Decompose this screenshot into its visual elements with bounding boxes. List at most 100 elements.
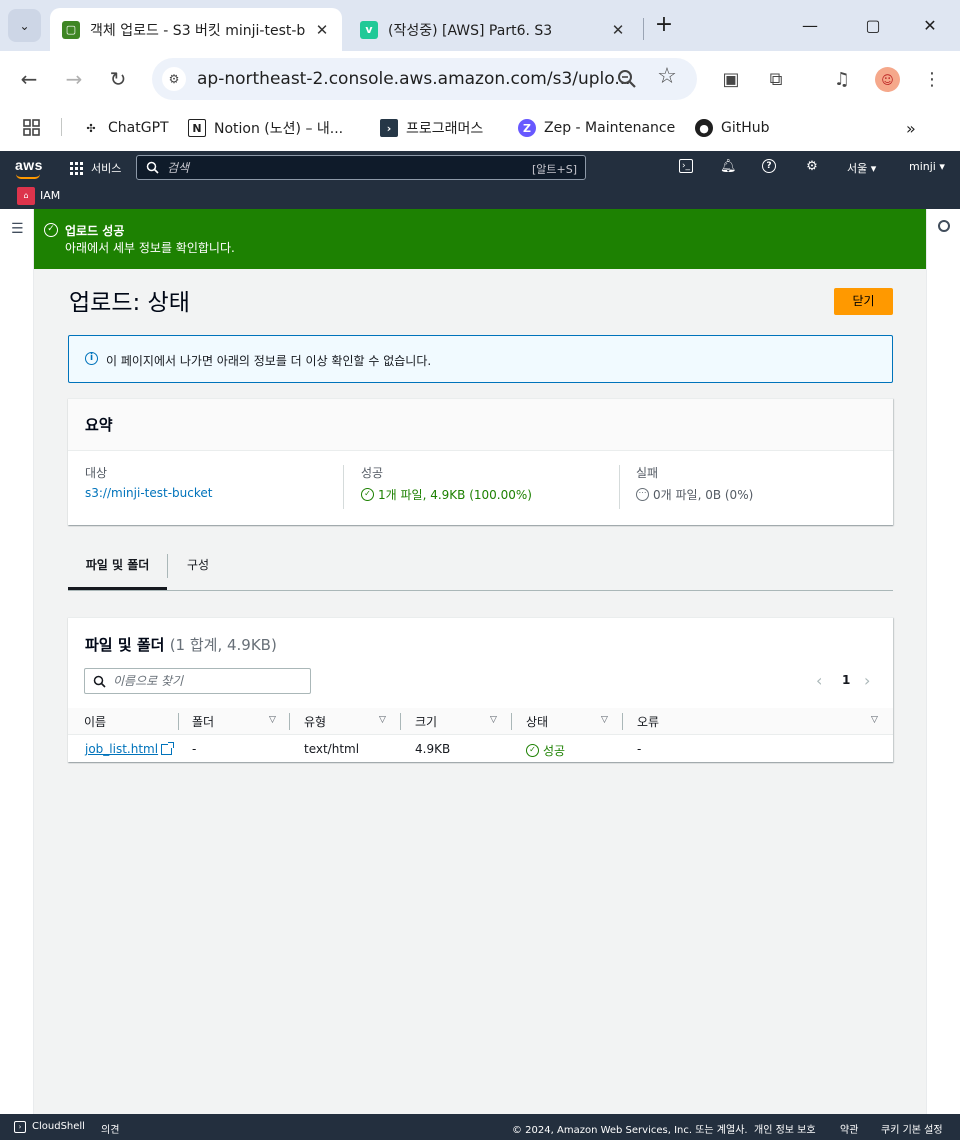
minimize-icon[interactable]: — <box>795 12 825 40</box>
cloudshell-icon[interactable]: ›_ <box>679 159 693 173</box>
file-status-text: 성공 <box>543 744 566 758</box>
column-divider[interactable] <box>511 713 512 730</box>
detail-tabs: 파일 및 폴더 구성 <box>68 543 893 591</box>
s3-favicon-icon: ▢ <box>62 20 80 39</box>
bookmark-chatgpt[interactable]: ✣ ChatGPT <box>82 117 168 139</box>
maximize-icon[interactable]: ▢ <box>858 12 888 40</box>
cookie-preferences-link[interactable]: 쿠키 기본 설정 <box>881 1121 943 1136</box>
file-search-input[interactable] <box>113 672 303 690</box>
success-value: 1개 파일, 4.9KB (100.00%) <box>378 488 532 502</box>
close-button[interactable]: 닫기 <box>834 288 893 315</box>
browser-tab-inactive[interactable]: v (작성중) [AWS] Part6. S3 ✕ <box>348 8 638 51</box>
column-divider[interactable] <box>289 713 290 730</box>
close-tab-icon[interactable]: ✕ <box>610 21 626 39</box>
zoom-icon[interactable] <box>616 68 638 90</box>
column-header-folder[interactable]: 폴더 ▽ <box>192 713 282 731</box>
extension-pin-icon[interactable]: ▣ <box>719 68 743 92</box>
summary-divider <box>343 465 344 509</box>
notifications-bell-icon[interactable]: 🔔︎ <box>720 159 737 175</box>
success-check-icon: ✓ <box>526 744 539 757</box>
column-header-size[interactable]: 크기 ▽ <box>415 713 505 731</box>
files-count: (1 합계, 4.9KB) <box>169 636 277 654</box>
address-bar[interactable]: ⚙ ap-northeast-2.console.aws.amazon.com/… <box>152 58 697 100</box>
hamburger-menu-icon[interactable]: ☰ <box>11 221 24 237</box>
services-grid-icon <box>70 161 83 175</box>
bookmark-zep[interactable]: Z Zep - Maintenance <box>518 117 675 139</box>
tab-title: 객체 업로드 - S3 버킷 minji-test-bucket <box>90 22 306 39</box>
aws-logo[interactable]: aws <box>15 157 43 173</box>
feedback-link[interactable]: 의견 <box>101 1121 119 1136</box>
column-divider[interactable] <box>400 713 401 730</box>
notion-icon: N <box>188 119 206 137</box>
aws-search-input[interactable] <box>167 159 487 177</box>
summary-failure: 실패 ⋯ 0개 파일, 0B (0%) <box>636 464 886 512</box>
privacy-link[interactable]: 개인 정보 보호 <box>754 1121 816 1136</box>
terms-link[interactable]: 약관 <box>840 1121 858 1136</box>
services-menu-button[interactable]: 서비스 <box>70 160 121 176</box>
favorite-iam-link[interactable]: IAM <box>40 189 60 202</box>
destination-link[interactable]: s3://minji-test-bucket <box>85 486 212 500</box>
destination-label: 대상 <box>85 466 108 480</box>
cloudshell-link[interactable]: CloudShell <box>32 1121 85 1132</box>
profile-avatar[interactable]: ☺ <box>875 67 900 92</box>
column-divider[interactable] <box>178 713 179 730</box>
file-search-box[interactable] <box>84 668 311 694</box>
aws-search-bar[interactable]: [알트+S] <box>136 155 586 180</box>
more-bookmarks-icon[interactable]: » <box>906 117 916 139</box>
settings-gear-icon[interactable]: ⚙ <box>804 159 820 175</box>
info-alert: i 이 페이지에서 나가면 아래의 정보를 더 이상 확인할 수 없습니다. <box>68 335 893 383</box>
help-icon[interactable]: ? <box>762 159 776 173</box>
previous-page-icon[interactable]: ‹ <box>816 672 822 690</box>
site-info-icon[interactable]: ⚙ <box>162 67 186 91</box>
bookmark-notion[interactable]: N Notion (노션) – 내... <box>188 117 343 139</box>
search-shortcut-hint: [알트+S] <box>531 163 577 176</box>
file-type: text/html <box>304 742 360 756</box>
column-header-error[interactable]: 오류 ▽ <box>637 713 887 731</box>
extensions-icon[interactable]: ⧉ <box>764 68 788 92</box>
chatgpt-icon: ✣ <box>86 121 96 135</box>
column-header-type[interactable]: 유형 ▽ <box>304 713 394 731</box>
bookmark-star-icon[interactable]: ☆ <box>655 65 679 89</box>
forward-icon[interactable]: → <box>60 65 88 93</box>
media-control-icon[interactable]: ♫ <box>830 68 854 92</box>
services-label: 서비스 <box>91 162 122 175</box>
browser-menu-icon[interactable]: ⋮ <box>920 68 944 92</box>
bookmark-programmers[interactable]: › 프로그래머스 <box>380 117 483 139</box>
column-header-status[interactable]: 상태 ▽ <box>526 713 616 731</box>
column-header-name[interactable]: 이름 <box>84 713 106 731</box>
file-size: 4.9KB <box>415 742 451 756</box>
table-header: 이름 폴더 ▽ 유형 ▽ 크기 ▽ 상태 ▽ 오류 ▽ <box>68 708 893 735</box>
back-icon[interactable]: ← <box>15 65 43 93</box>
bookmark-separator <box>61 118 62 136</box>
iam-service-icon[interactable]: ⌂ <box>17 187 35 205</box>
address-url[interactable]: ap-northeast-2.console.aws.amazon.com/s3… <box>197 69 631 89</box>
search-icon <box>146 161 159 174</box>
current-page-number[interactable]: 1 <box>842 673 850 687</box>
browser-tab-active[interactable]: ▢ 객체 업로드 - S3 버킷 minji-test-bucket ✕ <box>50 8 342 51</box>
next-page-icon[interactable]: › <box>864 672 870 690</box>
sort-caret-icon: ▽ <box>269 715 276 725</box>
bookmark-github[interactable]: ● GitHub <box>695 117 770 139</box>
search-icon <box>93 675 106 688</box>
sort-caret-icon: ▽ <box>490 715 497 725</box>
tab-configuration[interactable]: 구성 <box>168 543 228 590</box>
programmers-icon: › <box>380 119 398 137</box>
file-name-link[interactable]: job_list.html <box>85 741 175 756</box>
upload-success-banner: ✓ 업로드 성공 아래에서 세부 정보를 확인합니다. <box>34 209 926 269</box>
region-selector[interactable]: 서울 ▾ <box>847 160 876 176</box>
column-divider[interactable] <box>622 713 623 730</box>
tab-search-button[interactable]: ⌄ <box>8 9 41 42</box>
close-tab-icon[interactable]: ✕ <box>314 21 330 39</box>
sort-caret-icon: ▽ <box>379 715 386 725</box>
apps-grid-icon[interactable] <box>22 117 42 139</box>
info-panel-icon[interactable] <box>938 220 950 232</box>
new-tab-button[interactable]: + <box>650 12 678 40</box>
pagination: ‹ 1 › <box>816 672 878 690</box>
github-icon: ● <box>695 119 713 137</box>
tab-files-and-folders[interactable]: 파일 및 폴더 <box>68 543 167 590</box>
account-menu[interactable]: minji ▾ <box>909 160 945 173</box>
file-status: ✓ 성공 <box>526 742 565 759</box>
bookmark-label: GitHub <box>721 120 770 136</box>
window-close-icon[interactable]: ✕ <box>915 12 945 40</box>
reload-icon[interactable]: ↻ <box>104 65 132 93</box>
